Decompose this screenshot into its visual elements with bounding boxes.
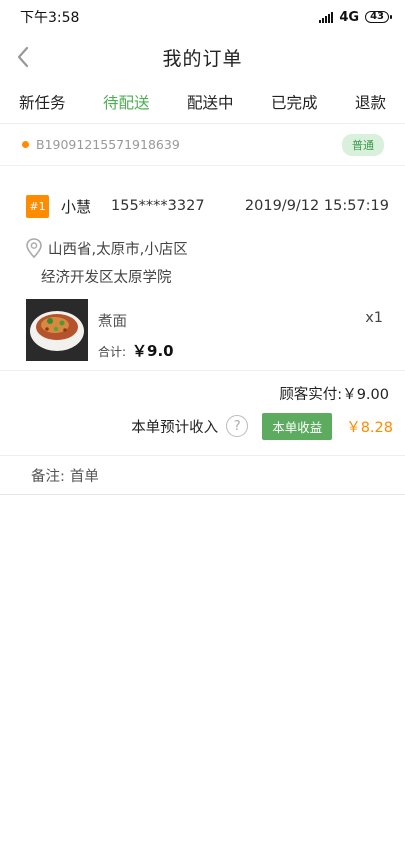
income-label: 本单预计收入 bbox=[131, 419, 219, 436]
back-arrow-icon[interactable] bbox=[14, 45, 34, 69]
customer-row: #1 小慧 155****3327 2019/9/12 15:57:19 bbox=[0, 188, 405, 224]
customer-paid-row: 顾客实付: ￥9.00 bbox=[0, 371, 405, 411]
order-remark: 备注: 首单 bbox=[0, 455, 405, 495]
income-amount: ￥8.28 bbox=[346, 419, 393, 436]
title-bar: 我的订单 bbox=[0, 34, 405, 80]
status-dot-icon bbox=[22, 141, 29, 148]
remark-value: 首单 bbox=[69, 468, 99, 485]
battery-icon: 43 bbox=[365, 11, 392, 23]
order-card[interactable]: B19091215571918639 普通 #1 小慧 155****3327 … bbox=[0, 124, 405, 495]
order-type-badge: 普通 bbox=[342, 133, 384, 156]
location-pin-icon bbox=[26, 238, 42, 259]
item-info: 煮面 合计: ￥9.0 bbox=[88, 299, 365, 370]
item-total: 合计: ￥9.0 bbox=[98, 340, 365, 361]
page-title: 我的订单 bbox=[162, 47, 243, 70]
status-bar: 下午3:58 4G 43 bbox=[0, 0, 405, 34]
tab-refund[interactable]: 退款 bbox=[355, 91, 386, 113]
estimated-income-row: 本单预计收入 ? 本单收益 ￥8.28 bbox=[0, 411, 405, 441]
delivery-address: 山西省,太原市,小店区 经济开发区太原学院 bbox=[0, 224, 405, 290]
address-detail: 经济开发区太原学院 bbox=[41, 270, 172, 286]
network-type: 4G bbox=[339, 9, 360, 25]
tab-pending-delivery[interactable]: 待配送 bbox=[103, 91, 150, 113]
noodle-bowl-icon bbox=[26, 299, 88, 361]
help-icon[interactable]: ? bbox=[226, 415, 249, 437]
order-id: B19091215571918639 bbox=[36, 137, 180, 152]
customer-name: 小慧 bbox=[61, 197, 92, 216]
status-time: 下午3:58 bbox=[20, 10, 80, 26]
item-name: 煮面 bbox=[98, 314, 127, 330]
order-id-group: B19091215571918639 bbox=[22, 137, 180, 152]
order-item: 煮面 合计: ￥9.0 x1 bbox=[0, 290, 405, 370]
food-image bbox=[26, 299, 88, 361]
address-line-1: 山西省,太原市,小店区 bbox=[24, 236, 405, 260]
address-region: 山西省,太原市,小店区 bbox=[48, 241, 188, 258]
item-total-label: 合计: bbox=[98, 345, 127, 359]
tab-new-task[interactable]: 新任务 bbox=[19, 91, 66, 113]
signal-icon bbox=[319, 11, 334, 23]
tab-delivering[interactable]: 配送中 bbox=[187, 91, 234, 113]
paid-value: ￥9.00 bbox=[342, 387, 389, 403]
order-income-button[interactable]: 本单收益 bbox=[262, 412, 333, 440]
item-total-price: ￥9.0 bbox=[132, 342, 174, 360]
remark-label: 备注: bbox=[31, 468, 65, 485]
order-status-tabs: 新任务 待配送 配送中 已完成 退款 bbox=[0, 80, 405, 124]
paid-label: 顾客实付: bbox=[279, 387, 343, 403]
customer-phone[interactable]: 155****3327 bbox=[111, 198, 245, 214]
order-time: 2019/9/12 15:57:19 bbox=[244, 198, 389, 214]
order-header: B19091215571918639 普通 bbox=[0, 124, 405, 166]
item-quantity: x1 bbox=[365, 310, 383, 326]
status-icons: 4G 43 bbox=[319, 9, 392, 25]
tab-completed[interactable]: 已完成 bbox=[271, 91, 318, 113]
order-index-badge: #1 bbox=[26, 194, 49, 218]
